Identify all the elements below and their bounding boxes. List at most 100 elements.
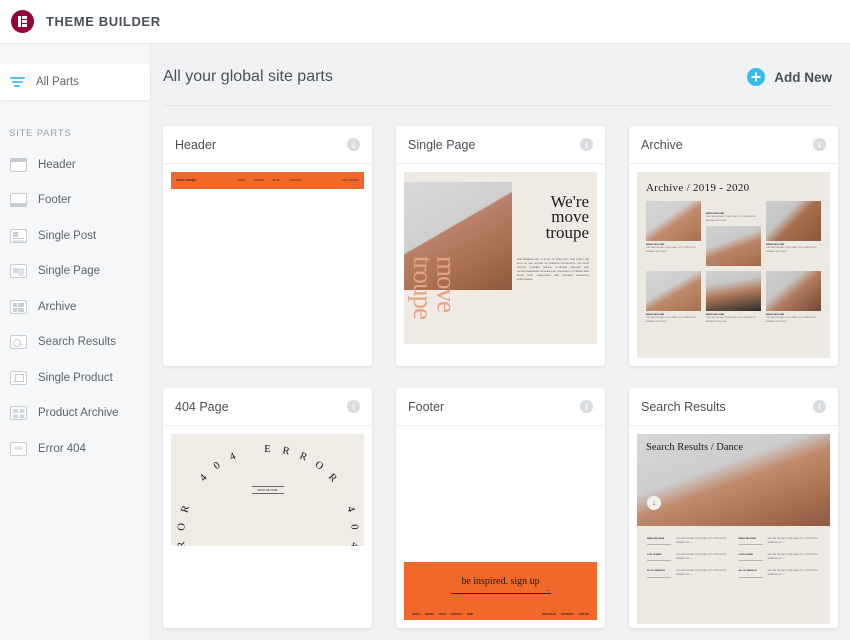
ring-char: R xyxy=(178,504,192,515)
thumb-vertical-text: move troupe xyxy=(407,256,462,319)
info-icon[interactable]: i xyxy=(580,400,593,413)
card-title: Footer xyxy=(408,399,445,414)
ring-char: R xyxy=(175,540,188,546)
thumb-result-row: BRING ME HOME THE TIME THE FAST IS THE Y… xyxy=(738,538,821,546)
sidebar-item-label: Error 404 xyxy=(38,442,86,455)
app-title: THEME BUILDER xyxy=(46,14,161,29)
thumb-grid-cell: BRING ME HOME THE TIME THE FAST IS THE Y… xyxy=(706,271,761,324)
ring-char: R xyxy=(325,471,339,485)
card-header: Search Results i xyxy=(629,388,838,426)
thumb-menu-item: CONTACT xyxy=(288,179,302,182)
card-header: Header i xyxy=(163,126,372,164)
thumb-menu: HOME WORKS BLOG CONTACT xyxy=(237,179,301,182)
archive-icon xyxy=(9,298,27,316)
thumb-grid-cell: BRING ME HOME THE TIME THE FAST IS THE Y… xyxy=(646,201,701,266)
footer-link: SHOP xyxy=(466,614,474,616)
sidebar-item-label: Product Archive xyxy=(38,407,119,420)
sidebar-item-all-parts[interactable]: All Parts xyxy=(0,64,150,100)
result-title: ALL IS CREATION xyxy=(738,570,763,578)
thumb-photo xyxy=(706,271,761,312)
thumb-brand: move troupe xyxy=(176,177,197,182)
info-icon[interactable]: i xyxy=(347,400,360,413)
single-page-thumbnail: move troupe We're move troupe PERFORMANC… xyxy=(404,172,597,344)
sidebar-item-footer[interactable]: Footer xyxy=(0,183,150,219)
result-title: BRING ME HOME xyxy=(647,538,671,546)
thumb-photo xyxy=(646,201,701,241)
site-part-card-single-page[interactable]: Single Page i move troupe We're move tro… xyxy=(396,126,605,366)
site-part-card-header[interactable]: Header i move troupe HOME WORKS BLOG CON… xyxy=(163,126,372,366)
card-title: Archive xyxy=(641,137,683,152)
thumb-headline: We're move troupe xyxy=(545,192,589,242)
header-thumbnail: move troupe HOME WORKS BLOG CONTACT GET … xyxy=(171,172,364,189)
error-404-icon: 404 xyxy=(9,440,27,458)
ring-char: 4 xyxy=(343,505,356,514)
sidebar-item-product-archive[interactable]: Product Archive xyxy=(0,396,150,432)
thumb-menu-item: HOME xyxy=(237,179,245,182)
footer-links: ABOUT WORKS BLOG CONTACT SHOP INSTAGRAM … xyxy=(412,614,589,616)
result-text: THE TIME THE FAST IS THE YEAR LOST COMPO… xyxy=(676,554,726,560)
sidebar-item-single-product[interactable]: Single Product xyxy=(0,360,150,396)
thumb-photo xyxy=(706,226,761,267)
sidebar-item-single-page[interactable]: Single Page xyxy=(0,254,150,290)
scroll-down-icon: ↓ xyxy=(647,496,661,510)
thumb-grid: BRING ME HOME THE TIME THE FAST IS THE Y… xyxy=(646,201,821,324)
error-404-thumbnail: BRING ME HOME ERROR404ERROR404ERROR404 xyxy=(171,434,364,546)
sidebar-item-label: Header xyxy=(38,158,76,171)
sidebar-item-label: Archive xyxy=(38,300,77,313)
thumb-caption: BRING ME HOME xyxy=(766,243,785,246)
sidebar-item-search-results[interactable]: Search Results xyxy=(0,325,150,361)
thumb-photo xyxy=(646,271,701,312)
sidebar-item-label: Single Page xyxy=(38,265,101,278)
thumb-cta-text: be inspired. sign up xyxy=(461,576,540,587)
card-title: Single Page xyxy=(408,137,476,152)
sidebar-item-error-404[interactable]: 404 Error 404 xyxy=(0,431,150,467)
sidebar-section-label: SITE PARTS xyxy=(9,128,72,139)
ring-center-text: BRING ME HOME xyxy=(251,486,284,494)
footer-link: CONTACT xyxy=(450,614,462,616)
site-part-card-search-results[interactable]: Search Results i Search Results / Dance … xyxy=(629,388,838,628)
thumb-result-row: LOST IS HERE THE TIME THE FAST IS THE YE… xyxy=(738,554,821,562)
site-part-card-archive[interactable]: Archive i Archive / 2019 - 2020 BRING ME… xyxy=(629,126,838,366)
ring-char: R xyxy=(280,445,291,458)
thumb-menu-item: WORKS xyxy=(253,179,264,182)
thumb-grid-cell: BRING ME HOME THE TIME THE FAST IS THE Y… xyxy=(646,271,701,324)
thumb-menu-item: BLOG xyxy=(272,179,280,182)
thumb-result-row: BRING ME HOME THE TIME THE FAST IS THE Y… xyxy=(647,538,729,546)
result-text: THE TIME THE FAST IS THE YEAR LOST COMPO… xyxy=(676,570,726,577)
thumb-text: THE TIME THE FAST IS THE YEAR LOST COMPO… xyxy=(706,216,756,222)
card-header: Single Page i xyxy=(396,126,605,164)
single-post-icon xyxy=(9,227,27,245)
info-icon[interactable]: i xyxy=(813,138,826,151)
thumb-text: THE TIME THE FAST IS THE YEAR LOST COMPO… xyxy=(646,247,696,253)
sidebar-item-header[interactable]: Header xyxy=(0,147,150,183)
thumb-result-rows: BRING ME HOME THE TIME THE FAST IS THE Y… xyxy=(637,526,830,590)
thumb-photo xyxy=(766,271,821,312)
site-part-card-404-page[interactable]: 404 Page i BRING ME HOME ERROR404ERROR40… xyxy=(163,388,372,628)
add-new-button[interactable]: Add New xyxy=(747,68,832,86)
result-title: ALL IS CREATION xyxy=(647,570,671,578)
elementor-logo-icon[interactable] xyxy=(11,10,34,33)
header-layout-icon xyxy=(9,156,27,174)
plus-circle-icon xyxy=(747,68,766,86)
ring-char: E xyxy=(264,444,271,455)
thumb-caption: BRING ME HOME xyxy=(646,313,665,316)
sidebar-item-label: Search Results xyxy=(38,336,116,349)
info-icon[interactable]: i xyxy=(813,400,826,413)
add-new-label: Add New xyxy=(774,69,832,85)
site-parts-grid: Header i move troupe HOME WORKS BLOG CON… xyxy=(151,106,850,628)
thumb-text: THE TIME THE FAST IS THE YEAR LOST COMPO… xyxy=(706,317,756,323)
thumb-text: THE TIME THE FAST IS THE YEAR LOST COMPO… xyxy=(646,317,696,323)
sidebar: All Parts SITE PARTS Header Footer Singl… xyxy=(0,44,151,640)
ring-char: R xyxy=(297,450,309,464)
info-icon[interactable]: i xyxy=(580,138,593,151)
single-product-icon xyxy=(9,369,27,387)
sidebar-item-archive[interactable]: Archive xyxy=(0,289,150,325)
info-icon[interactable]: i xyxy=(347,138,360,151)
card-preview: move troupe HOME WORKS BLOG CONTACT GET … xyxy=(163,164,372,366)
footer-link: ABOUT xyxy=(412,614,421,616)
thumb-hero: Search Results / Dance ↓ xyxy=(637,434,830,526)
footer-link: TWITTER xyxy=(578,614,589,616)
sidebar-item-single-post[interactable]: Single Post xyxy=(0,218,150,254)
ring-char: 4 xyxy=(227,450,237,464)
site-part-card-footer[interactable]: Footer i be inspired. sign up → ABOUT WO… xyxy=(396,388,605,628)
